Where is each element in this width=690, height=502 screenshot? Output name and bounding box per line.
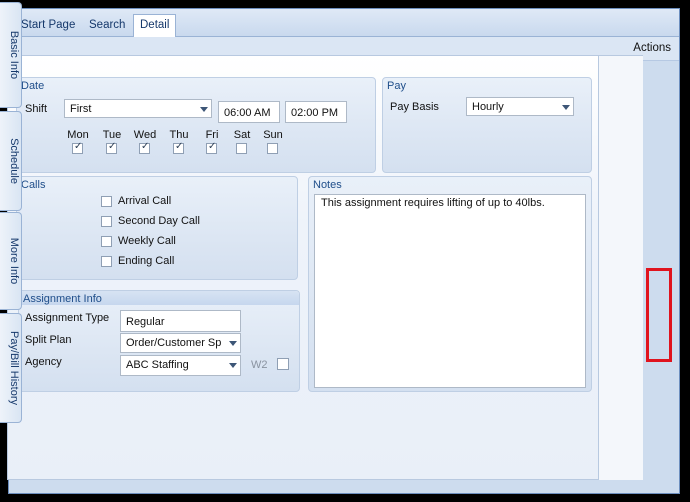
calls-group: Calls Arrival Call Second Day Call Weekly … [16, 176, 298, 280]
start-time-field[interactable]: 06:00 AM [218, 101, 280, 123]
side-tab-gutter [599, 55, 643, 480]
call-label: Second Day Call [118, 215, 200, 227]
day-checkbox[interactable] [72, 141, 83, 154]
side-tab-schedule[interactable]: Schedule [0, 111, 22, 211]
agency-label: Agency [25, 356, 62, 368]
day-checkbox[interactable] [267, 143, 278, 154]
call-checkbox[interactable] [101, 236, 112, 247]
chevron-down-icon [200, 107, 208, 112]
call-label: Arrival Call [118, 195, 172, 207]
call-label: Weekly Call [118, 235, 176, 247]
agency-value: ABC Staffing [126, 359, 189, 371]
day-label: Wed [133, 129, 157, 141]
pay-basis-label: Pay Basis [390, 101, 439, 113]
day-checkbox[interactable] [106, 141, 117, 154]
side-tab-label: Pay/Bill History [8, 331, 20, 405]
notes-group: Notes This assignment requires lifting o… [308, 176, 592, 392]
day-label: Tue [102, 129, 122, 141]
tab-search[interactable]: Search [83, 15, 131, 37]
day-label: Fri [205, 129, 219, 141]
day-checkbox[interactable] [236, 143, 247, 154]
call-checkbox[interactable] [101, 216, 112, 227]
shift-label: Shift [25, 103, 48, 115]
pay-basis-select[interactable]: Hourly [466, 97, 574, 116]
day-checkbox[interactable] [173, 141, 184, 154]
chevron-down-icon [229, 341, 237, 346]
side-tab-basic-info[interactable]: Basic Info [0, 2, 22, 108]
agency-select[interactable]: ABC Staffing [120, 355, 241, 376]
notes-textarea[interactable]: This assignment requires lifting of up t… [314, 194, 586, 388]
side-tab-label: More Info [8, 237, 20, 285]
pay-basis-value: Hourly [472, 101, 504, 113]
tab-start-page[interactable]: Start Page [15, 15, 81, 37]
split-plan-value: Order/Customer Sp [126, 337, 222, 349]
tab-bar: Start Page Search Detail [9, 9, 679, 38]
call-label: Ending Call [118, 255, 175, 267]
calls-group-title: Calls [21, 179, 46, 191]
side-tab-label: Schedule [8, 138, 20, 184]
date-group-title: Date [21, 80, 45, 92]
more-info-highlight [646, 268, 672, 362]
notes-group-title: Notes [313, 179, 342, 191]
call-checkbox[interactable] [101, 256, 112, 267]
day-label: Sun [263, 129, 283, 141]
split-plan-select[interactable]: Order/Customer Sp [120, 333, 241, 353]
tab-detail[interactable]: Detail [133, 14, 177, 38]
w2-checkbox[interactable] [277, 358, 289, 370]
date-group: Date Shift First 06:00 AM 02:00 PM Mon Tu… [16, 77, 376, 173]
pay-group: Pay Pay Basis Hourly [382, 77, 592, 173]
side-tab-label: Basic Info [8, 30, 20, 80]
day-checkbox[interactable] [139, 141, 150, 154]
day-checkbox[interactable] [206, 141, 217, 154]
assignment-type-field[interactable]: Regular [120, 310, 241, 332]
actions-menu[interactable]: Actions [633, 42, 671, 54]
call-checkbox[interactable] [101, 196, 112, 207]
assignment-type-label: Assignment Type [25, 312, 110, 324]
assignment-info-group: Assignment Info Assignment Type Regular … [18, 290, 300, 392]
chevron-down-icon [229, 363, 237, 368]
pay-group-title: Pay [387, 80, 406, 92]
day-label: Sat [233, 129, 251, 141]
end-time-field[interactable]: 02:00 PM [285, 101, 347, 123]
w2-label: W2 [251, 359, 268, 371]
split-plan-label: Split Plan [25, 334, 72, 346]
shift-value: First [70, 103, 92, 115]
side-tab-more-info[interactable]: More Info [0, 212, 22, 310]
day-label: Thu [169, 129, 189, 141]
day-label: Mon [67, 129, 89, 141]
chevron-down-icon [562, 105, 570, 110]
detail-content: Date Shift First 06:00 AM 02:00 PM Mon Tu… [7, 55, 599, 480]
shift-select[interactable]: First [64, 99, 212, 118]
side-tab-pay-bill-history[interactable]: Pay/Bill History [0, 313, 22, 423]
assignment-info-title: Assignment Info [23, 293, 102, 305]
